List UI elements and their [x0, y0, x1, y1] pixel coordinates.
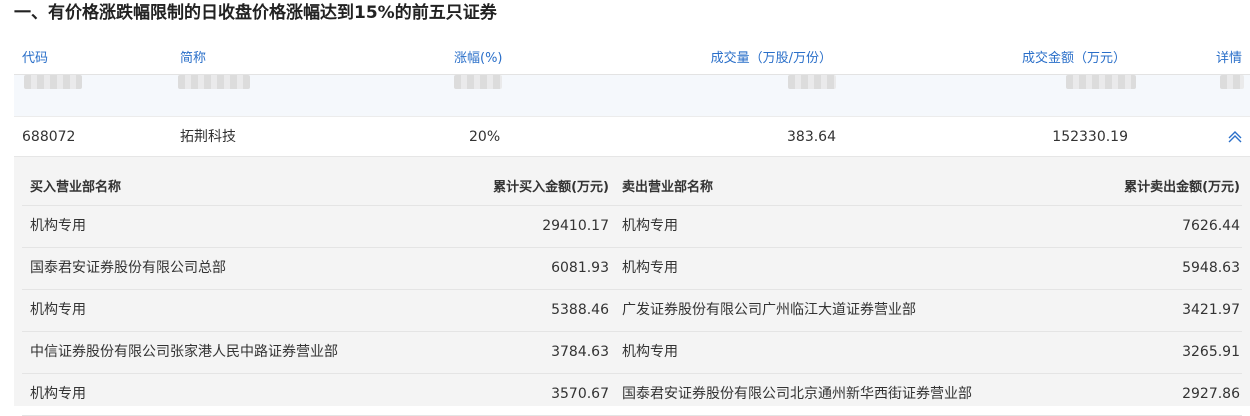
detail-row: 机构专用 3570.67 国泰君安证券股份有限公司北京通州新华西街证券营业部 2…	[22, 374, 1242, 416]
sell-amount: 5948.63	[1182, 260, 1240, 276]
blurred-code	[24, 75, 82, 89]
stock-code: 688072	[22, 129, 76, 145]
blurred-detail	[1220, 75, 1244, 89]
blurred-change	[454, 75, 502, 89]
stock-table: 代码 简称 涨幅(%) 成交量（万股/万份） 成交金额（万元） 详情 68807…	[14, 42, 1250, 157]
stock-change: 20%	[469, 129, 501, 145]
header-change: 涨幅(%)	[454, 51, 503, 66]
stock-name: 拓荆科技	[180, 129, 236, 145]
header-amount: 成交金额（万元）	[1021, 51, 1126, 66]
chevron-up-icon[interactable]	[1228, 131, 1242, 143]
sell-name: 机构专用	[622, 218, 678, 234]
sell-name: 国泰君安证券股份有限公司北京通州新华西街证券营业部	[622, 386, 972, 402]
header-code: 代码	[22, 51, 49, 66]
buy-name: 机构专用	[30, 302, 86, 318]
stock-amount: 152330.19	[1052, 129, 1128, 145]
sell-amount: 3421.97	[1182, 302, 1240, 318]
blurred-volume	[788, 75, 836, 89]
table-row[interactable]: 688072 拓荆科技 20% 383.64 152330.19	[14, 117, 1250, 157]
blurred-name	[178, 75, 250, 89]
sell-amount: 7626.44	[1182, 218, 1240, 234]
sell-name: 广发证券股份有限公司广州临江大道证券营业部	[622, 302, 916, 318]
buy-name: 机构专用	[30, 386, 86, 402]
detail-row: 机构专用 29410.17 机构专用 7626.44	[22, 206, 1242, 248]
header-volume: 成交量（万股/万份）	[710, 51, 832, 66]
sell-amount: 3265.91	[1182, 344, 1240, 360]
buy-amount: 6081.93	[551, 260, 609, 276]
detail-row: 国泰君安证券股份有限公司总部 6081.93 机构专用 5948.63	[22, 248, 1242, 290]
blurred-row	[14, 75, 1250, 117]
buy-name: 中信证券股份有限公司张家港人民中路证券营业部	[30, 344, 338, 360]
buy-name: 机构专用	[30, 218, 86, 234]
sell-amount: 2927.86	[1182, 386, 1240, 402]
sell-name: 机构专用	[622, 260, 678, 276]
buy-amount: 29410.17	[542, 218, 609, 234]
blurred-amount	[1066, 75, 1136, 89]
section-title: 一、有价格涨跌幅限制的日收盘价格涨幅达到15%的前五只证券	[14, 3, 497, 23]
sell-name: 机构专用	[622, 344, 678, 360]
header-name: 简称	[180, 51, 207, 66]
detail-row: 机构专用 5388.46 广发证券股份有限公司广州临江大道证券营业部 3421.…	[22, 290, 1242, 332]
detail-header: 买入营业部名称 累计买入金额(万元) 卖出营业部名称 累计卖出金额(万元)	[22, 157, 1242, 206]
stock-volume: 383.64	[787, 129, 836, 145]
table-header: 代码 简称 涨幅(%) 成交量（万股/万份） 成交金额（万元） 详情	[14, 42, 1250, 75]
buy-amount: 5388.46	[551, 302, 609, 318]
detail-row: 中信证券股份有限公司张家港人民中路证券营业部 3784.63 机构专用 3265…	[22, 332, 1242, 374]
buy-amount: 3784.63	[551, 344, 609, 360]
trading-detail-panel: 买入营业部名称 累计买入金额(万元) 卖出营业部名称 累计卖出金额(万元) 机构…	[14, 157, 1250, 416]
buy-name: 国泰君安证券股份有限公司总部	[30, 260, 226, 276]
header-detail: 详情	[1215, 51, 1242, 66]
buy-amount: 3570.67	[551, 386, 609, 402]
